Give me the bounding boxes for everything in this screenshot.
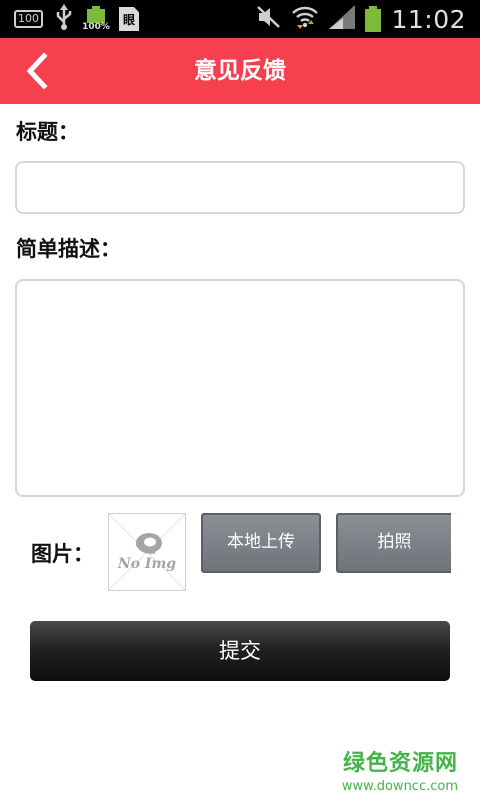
status-right-icons: 11:02 — [257, 4, 466, 34]
back-button[interactable] — [18, 50, 60, 92]
description-label: 简单描述： — [16, 237, 121, 261]
watermark-logo-text: 绿色资源网 — [342, 751, 458, 776]
doc-icon: 眼 — [119, 7, 139, 31]
signal-icon — [329, 5, 356, 33]
page-title: 意见反馈 — [194, 58, 286, 84]
watermark-url: www.downcc.com — [341, 779, 458, 794]
no-image-placeholder-icon — [109, 514, 185, 590]
description-input[interactable] — [15, 279, 465, 497]
status-left-icons: 100 100% 眼 — [14, 4, 139, 34]
picture-label: 图片： — [31, 542, 94, 566]
chevron-left-icon — [26, 52, 48, 90]
status-bar: 100 100% 眼 11:02 — [0, 0, 480, 38]
watermark: 绿色资源网 www.downcc.com — [342, 745, 458, 794]
status-time: 11:02 — [391, 4, 466, 34]
app-header: 意见反馈 — [0, 38, 480, 104]
usb-icon — [55, 4, 73, 34]
notification-100-icon: 100 — [14, 10, 43, 28]
wifi-icon — [291, 5, 319, 33]
no-image-text: No Img — [117, 556, 177, 572]
image-preview[interactable]: No Img — [108, 513, 186, 591]
submit-button[interactable]: 提交 — [30, 621, 450, 681]
battery-percent: 100% — [82, 22, 110, 32]
battery-icon — [365, 6, 382, 32]
take-photo-button[interactable]: 拍照 — [336, 513, 451, 573]
battery-full-icon: 100% — [82, 6, 110, 32]
title-input[interactable] — [15, 161, 465, 214]
mute-icon — [257, 6, 281, 32]
local-upload-button[interactable]: 本地上传 — [201, 513, 321, 573]
title-label: 标题： — [16, 120, 79, 144]
